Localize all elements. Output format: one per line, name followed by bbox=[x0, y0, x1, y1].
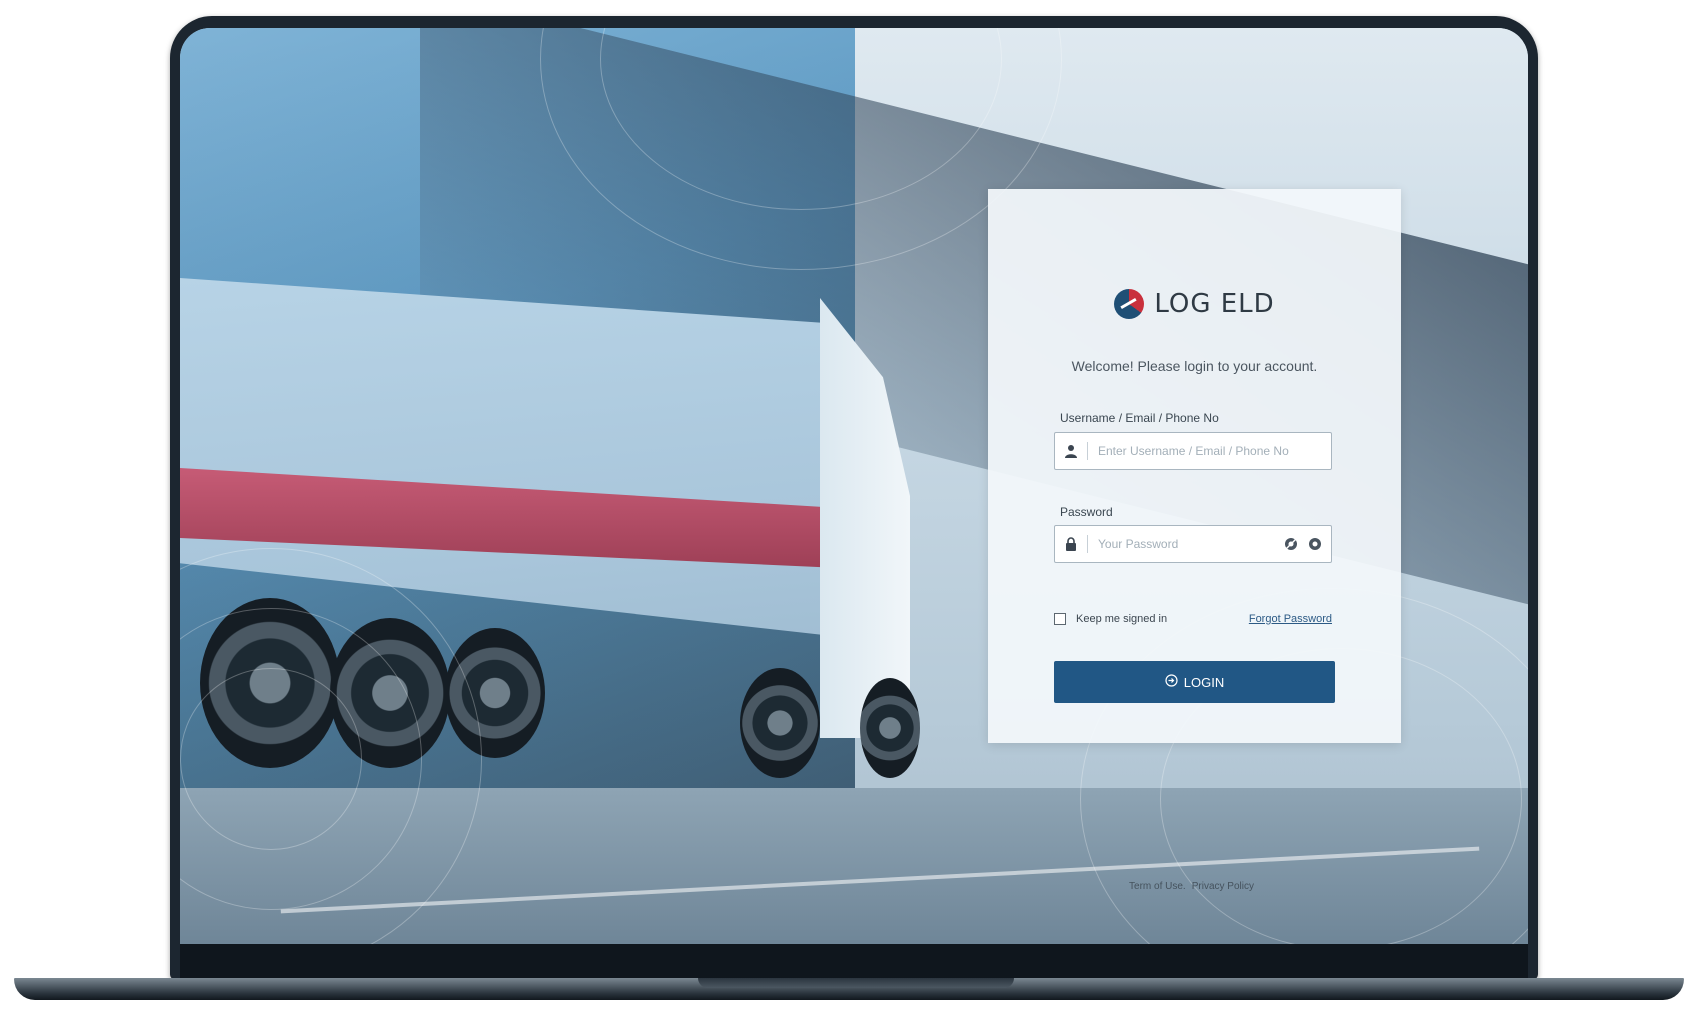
footer-links: Term of Use. Privacy Policy bbox=[855, 881, 1528, 892]
brand: LOG ELD bbox=[988, 289, 1401, 319]
laptop-screen: LOG ELD Welcome! Please login to your ac… bbox=[180, 28, 1528, 944]
username-field bbox=[1054, 432, 1332, 470]
privacy-link[interactable]: Privacy Policy bbox=[1192, 881, 1254, 892]
screen-chin bbox=[180, 944, 1528, 978]
username-label: Username / Email / Phone No bbox=[1060, 411, 1219, 425]
gear-icon[interactable] bbox=[1303, 532, 1327, 556]
laptop-mockup: LOG ELD Welcome! Please login to your ac… bbox=[0, 0, 1684, 1014]
login-card: LOG ELD Welcome! Please login to your ac… bbox=[988, 189, 1401, 743]
password-label: Password bbox=[1060, 505, 1113, 519]
login-icon bbox=[1165, 674, 1178, 690]
truck-wheel bbox=[740, 668, 820, 778]
contour-line bbox=[180, 668, 362, 850]
truck-wheel bbox=[860, 678, 920, 778]
keep-signed-in-checkbox[interactable] bbox=[1054, 613, 1066, 625]
password-field bbox=[1054, 525, 1332, 563]
brand-name: LOG ELD bbox=[1154, 289, 1275, 319]
laptop-base-notch bbox=[698, 978, 1014, 988]
eye-icon[interactable] bbox=[1279, 532, 1303, 556]
user-icon bbox=[1055, 444, 1087, 458]
login-button-label: LOGIN bbox=[1183, 674, 1225, 690]
forgot-password-link[interactable]: Forgot Password bbox=[1249, 613, 1332, 625]
keep-signed-in-row: Keep me signed in bbox=[1054, 613, 1167, 625]
login-button[interactable]: LOGIN bbox=[1054, 661, 1335, 703]
input-separator bbox=[1087, 442, 1088, 460]
keep-signed-in-label: Keep me signed in bbox=[1076, 613, 1168, 625]
log-eld-logo-icon bbox=[1114, 289, 1145, 319]
lock-icon bbox=[1055, 537, 1087, 551]
password-input[interactable] bbox=[1098, 526, 1279, 562]
welcome-message: Welcome! Please login to your account. bbox=[1071, 358, 1318, 374]
input-separator bbox=[1087, 535, 1088, 553]
username-input[interactable] bbox=[1098, 433, 1331, 469]
terms-link[interactable]: Term of Use. bbox=[1129, 881, 1186, 892]
